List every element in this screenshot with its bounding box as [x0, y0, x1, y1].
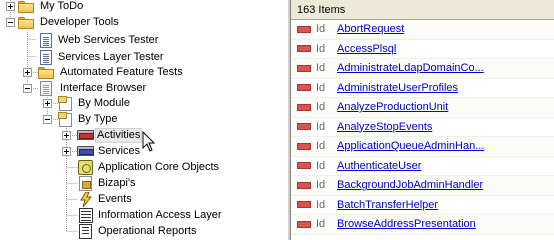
list-item[interactable]: Id AbortRequest	[291, 20, 554, 40]
expand-icon[interactable]	[6, 2, 15, 11]
tree-item-label: Automated Feature Tests	[60, 66, 183, 78]
tree-item-label: Services Layer Tester	[58, 51, 164, 63]
tree-item-label: Operational Reports	[98, 225, 197, 237]
bizapi-icon	[79, 176, 92, 191]
items-count-header: 163 Items	[291, 0, 554, 20]
list-item[interactable]: Id BrowseAddressPresentation	[291, 215, 554, 235]
collapse-icon[interactable]	[43, 115, 52, 124]
item-link[interactable]: AuthenticateUser	[337, 160, 421, 172]
expand-icon[interactable]	[62, 147, 71, 156]
item-type-label: Id	[316, 198, 326, 211]
expand-icon[interactable]	[23, 68, 32, 77]
item-type-label: Id	[316, 159, 326, 172]
module-doc-icon	[58, 112, 72, 127]
item-link[interactable]: ApplicationQueueAdminHan...	[337, 140, 484, 152]
interface-browser-icon	[40, 81, 52, 96]
service-icon	[77, 146, 94, 156]
tree-item-label: My ToDo	[40, 0, 84, 12]
activity-icon	[297, 220, 311, 228]
list-item[interactable]: Id AccessPlsql	[291, 39, 554, 59]
items-count-label: 163 Items	[297, 3, 346, 16]
list-item[interactable]: Id BatchTransferHelper	[291, 195, 554, 215]
items-list-panel: 163 Items Id AbortRequest Id AccessPlsql Id A…	[291, 0, 554, 240]
item-link[interactable]: AnalyzeStopEvents	[337, 121, 432, 133]
item-link[interactable]: AnalyzeProductionUnit	[337, 101, 448, 113]
item-link[interactable]: BrowseAddressPresentation	[337, 218, 476, 230]
tree-item-label: Information Access Layer	[98, 209, 222, 221]
item-type-label: Id	[316, 120, 326, 133]
collapse-icon[interactable]	[6, 18, 15, 27]
item-type-label: Id	[316, 179, 326, 192]
tree-item-label: Web Services Tester	[58, 34, 159, 46]
expand-icon[interactable]	[62, 131, 71, 140]
activity-icon	[297, 123, 311, 131]
expand-icon[interactable]	[43, 99, 52, 108]
item-type-label: Id	[316, 101, 326, 114]
list-item[interactable]: Id AdministrateLdapDomainCo...	[291, 59, 554, 79]
item-link[interactable]: BackgroundJobAdminHandler	[337, 179, 483, 191]
activity-icon	[297, 103, 311, 111]
document-icon	[40, 50, 52, 65]
tree-item-label: Activities	[95, 128, 143, 143]
tree-item-label: Interface Browser	[60, 82, 147, 94]
activity-icon	[297, 201, 311, 209]
collapse-icon[interactable]	[23, 84, 32, 93]
navigation-tree: My ToDo Developer Tools Web Services Tes…	[0, 0, 287, 240]
folder-icon	[18, 1, 34, 13]
item-type-label: Id	[316, 218, 326, 231]
item-type-label: Id	[316, 42, 326, 55]
activity-icon	[297, 45, 311, 53]
tree-item-label: By Type	[78, 113, 118, 125]
folder-icon	[38, 67, 54, 79]
folder-icon	[18, 17, 34, 29]
activity-icon	[297, 162, 311, 170]
list-item[interactable]: Id BackgroundJobAdminHandler	[291, 176, 554, 196]
tree-item-label: Services	[98, 145, 141, 157]
list-item[interactable]: Id AnalyzeProductionUnit	[291, 98, 554, 118]
activity-icon	[297, 64, 311, 72]
item-type-label: Id	[316, 62, 326, 75]
information-access-icon	[79, 208, 93, 223]
item-link[interactable]: AdministrateUserProfiles	[337, 82, 458, 94]
item-link[interactable]: AccessPlsql	[337, 43, 396, 55]
tree-item-label: Bizapi's	[98, 177, 136, 189]
items-list: Id AbortRequest Id AccessPlsql Id Administrat…	[291, 20, 554, 235]
tree-item-label: Events	[98, 193, 132, 205]
activity-icon	[297, 84, 311, 92]
activity-icon	[77, 130, 94, 140]
list-item[interactable]: Id ApplicationQueueAdminHan...	[291, 137, 554, 157]
item-link[interactable]: BatchTransferHelper	[337, 199, 438, 211]
module-doc-icon	[58, 96, 72, 111]
list-item[interactable]: Id AuthenticateUser	[291, 156, 554, 176]
tree-item-label: Application Core Objects	[98, 161, 220, 173]
mouse-cursor-icon	[142, 131, 156, 152]
activity-icon	[297, 142, 311, 150]
list-item[interactable]: Id AnalyzeStopEvents	[291, 117, 554, 137]
activity-icon	[297, 181, 311, 189]
lightning-icon	[80, 192, 93, 207]
list-item[interactable]: Id AdministrateUserProfiles	[291, 78, 554, 98]
item-link[interactable]: AbortRequest	[337, 23, 404, 35]
report-icon	[79, 224, 92, 239]
core-object-icon	[78, 160, 93, 175]
item-link[interactable]: AdministrateLdapDomainCo...	[337, 62, 484, 74]
document-icon	[40, 33, 52, 48]
item-type-label: Id	[316, 81, 326, 94]
activity-icon	[297, 25, 311, 33]
tree-item-label: Developer Tools	[40, 16, 119, 28]
item-type-label: Id	[316, 23, 326, 36]
tree-item-label: By Module	[78, 97, 130, 109]
item-type-label: Id	[316, 140, 326, 153]
